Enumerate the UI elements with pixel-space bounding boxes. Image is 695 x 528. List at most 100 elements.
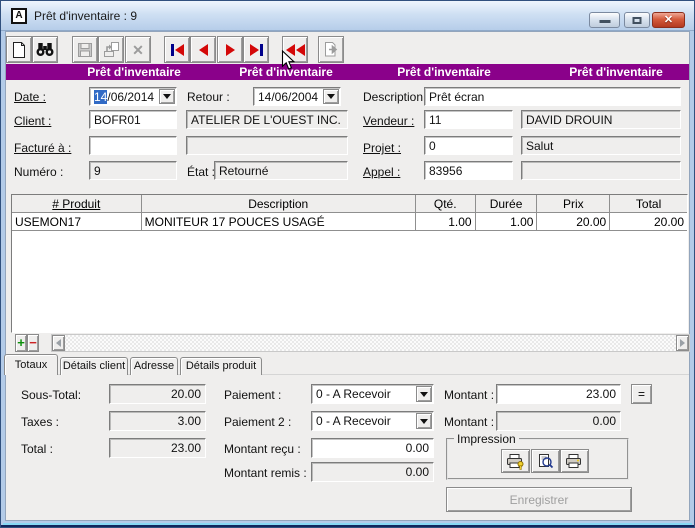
app-window: A Prêt d'inventaire : 9 ✕ ✕ Prêt d'inven xyxy=(0,0,695,528)
window-title: Prêt d'inventaire : 9 xyxy=(34,9,138,23)
save-button[interactable] xyxy=(72,36,98,63)
montant-recu-input[interactable]: 0.00 xyxy=(311,438,434,458)
find-binoculars-icon xyxy=(36,43,54,56)
header-qte[interactable]: Qté. xyxy=(416,195,476,212)
numero-label: Numéro : xyxy=(14,165,64,179)
etat-display: Retourné xyxy=(214,161,348,180)
scroll-left-button[interactable] xyxy=(52,335,65,351)
date-rest-part: /06/2014 xyxy=(107,90,155,104)
cell-qte: 1.00 xyxy=(416,213,476,230)
date-dropdown-button[interactable] xyxy=(159,89,175,104)
impression-group: Impression xyxy=(446,432,629,480)
grid-horizontal-scrollbar[interactable] xyxy=(51,334,690,352)
new-record-icon xyxy=(13,41,25,58)
vendeur-label[interactable]: Vendeur : xyxy=(363,114,414,128)
print-button[interactable] xyxy=(560,449,589,473)
date-selected-part: 14 xyxy=(94,90,108,104)
save-icon xyxy=(78,42,92,57)
description-input[interactable]: Prêt écran xyxy=(424,87,681,106)
retour-combobox[interactable]: 14/06/2004 xyxy=(253,87,341,106)
facture-label[interactable]: Facturé à : xyxy=(14,141,71,155)
print-preview-button[interactable] xyxy=(531,449,560,473)
paiement-select[interactable]: 0 - A Recevoir xyxy=(311,384,434,404)
nav-first-icon xyxy=(170,43,174,56)
sous-total-label: Sous-Total: xyxy=(21,388,82,402)
cell-duree: 1.00 xyxy=(476,213,538,230)
scroll-right-icon xyxy=(680,339,685,347)
date-combobox[interactable]: 14/06/2014 xyxy=(89,87,177,106)
chevron-down-icon xyxy=(327,94,335,99)
find-button[interactable] xyxy=(32,36,58,63)
date-label[interactable]: Date : xyxy=(14,90,46,104)
montant2-label: Montant : xyxy=(444,415,495,429)
projet-label[interactable]: Projet : xyxy=(363,141,401,155)
minimize-button[interactable] xyxy=(589,12,620,28)
header-produit[interactable]: # Produit xyxy=(12,195,142,212)
print-setup-icon xyxy=(507,453,524,470)
nav-next-icon xyxy=(225,43,235,56)
cell-prix: 20.00 xyxy=(537,213,611,230)
paiement-dropdown-button[interactable] xyxy=(416,386,432,402)
tab-adresse[interactable]: Adresse xyxy=(130,357,178,375)
cell-description: MONITEUR 17 POUCES USAGÉ xyxy=(142,213,416,230)
retour-dropdown-button[interactable] xyxy=(323,89,339,104)
montant-input[interactable]: 23.00 xyxy=(496,384,621,404)
nav-next-button[interactable] xyxy=(217,36,243,63)
client-name-display: ATELIER DE L'OUEST INC. xyxy=(186,110,348,129)
nav-first-button[interactable] xyxy=(164,36,190,63)
vendeur-name-display: DAVID DROUIN xyxy=(521,110,681,129)
enregistrer-button[interactable]: Enregistrer xyxy=(446,487,632,512)
chevron-down-icon xyxy=(420,418,428,424)
header-prix[interactable]: Prix xyxy=(537,195,611,212)
remove-row-button[interactable]: − xyxy=(27,334,39,352)
paiement2-label: Paiement 2 : xyxy=(224,415,292,429)
maximize-button[interactable] xyxy=(624,12,650,28)
total-display: 23.00 xyxy=(109,438,206,458)
tab-details-client[interactable]: Détails client xyxy=(60,357,128,375)
paiement2-value: 0 - A Recevoir xyxy=(316,414,391,428)
equals-button[interactable]: = xyxy=(631,384,652,404)
nav-previous-button[interactable] xyxy=(190,36,216,63)
tab-details-produit[interactable]: Détails produit xyxy=(180,357,262,375)
montant2-display: 0.00 xyxy=(496,411,621,431)
scroll-right-button[interactable] xyxy=(676,335,689,351)
total-label: Total : xyxy=(21,442,54,456)
banner-label-1: Prêt d'inventaire xyxy=(87,65,181,79)
paiement2-dropdown-button[interactable] xyxy=(416,413,432,429)
client-code-input[interactable]: BOFR01 xyxy=(89,110,177,129)
nav-previous-icon xyxy=(198,43,208,56)
app-icon: A xyxy=(11,8,27,24)
nav-first-arrow xyxy=(174,43,184,56)
header-description[interactable]: Description xyxy=(142,195,416,212)
header-duree[interactable]: Durée xyxy=(476,195,538,212)
scroll-left-icon xyxy=(56,339,61,347)
etat-label: État : xyxy=(187,165,216,179)
minimize-icon xyxy=(599,20,610,23)
window-frame-edge xyxy=(1,525,694,527)
tab-totaux[interactable]: Totaux xyxy=(4,354,58,375)
sous-total-display: 20.00 xyxy=(109,384,206,404)
projet-name-display: Salut xyxy=(521,136,681,155)
header-total[interactable]: Total xyxy=(610,195,687,212)
new-record-button[interactable] xyxy=(6,36,32,63)
delete-button[interactable]: ✕ xyxy=(125,36,151,63)
taxes-label: Taxes : xyxy=(21,415,60,429)
vendeur-code-input[interactable]: 11 xyxy=(424,110,513,129)
export-button[interactable] xyxy=(318,36,344,63)
projet-code-input[interactable]: 0 xyxy=(424,136,513,155)
paiement2-select[interactable]: 0 - A Recevoir xyxy=(311,411,434,431)
appel-name-display xyxy=(521,161,681,180)
client-label[interactable]: Client : xyxy=(14,114,51,128)
chevron-down-icon xyxy=(163,94,171,99)
close-button[interactable]: ✕ xyxy=(652,12,685,28)
facture-code-input[interactable] xyxy=(89,136,177,155)
table-row[interactable]: USEMON17 MONITEUR 17 POUCES USAGÉ 1.00 1… xyxy=(12,213,687,231)
transfer-button[interactable] xyxy=(98,36,124,63)
print-setup-button[interactable] xyxy=(501,449,530,473)
retour-label: Retour : xyxy=(187,90,230,104)
nav-last-button[interactable] xyxy=(243,36,269,63)
add-row-button[interactable]: + xyxy=(15,334,27,352)
appel-input[interactable]: 83956 xyxy=(424,161,513,180)
print-preview-icon xyxy=(539,453,554,468)
appel-label[interactable]: Appel : xyxy=(363,165,400,179)
